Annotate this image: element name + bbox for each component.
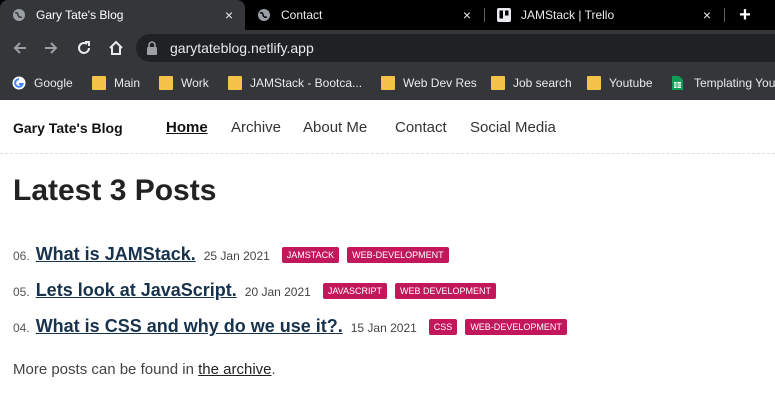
post-tag[interactable]: CSS <box>428 319 458 335</box>
nav-about-me[interactable]: About Me <box>303 119 367 136</box>
close-tab-icon[interactable]: × <box>699 7 715 23</box>
post-tag[interactable]: WEB DEVELOPMENT <box>395 283 497 299</box>
browser-tab-2[interactable]: JAMStack | Trello × <box>485 0 723 30</box>
post-date: 25 Jan 2021 <box>203 249 270 263</box>
tab-title: JAMStack | Trello <box>521 8 615 22</box>
browser-tab-0[interactable]: Gary Tate's Blog × <box>0 0 245 30</box>
post-title-link[interactable]: What is JAMStack. <box>36 244 196 265</box>
bookmark-work[interactable]: Work <box>159 73 209 93</box>
trello-icon <box>497 8 511 22</box>
post-title-link[interactable]: What is CSS and why do we use it?. <box>36 316 343 337</box>
lock-icon <box>146 41 158 60</box>
url-text: garytateblog.netlify.app <box>170 40 314 56</box>
bookmark-label: Youtube <box>609 76 653 90</box>
browser-tabstrip: Gary Tate's Blog × Contact × JAMStack | … <box>0 0 775 30</box>
back-icon[interactable] <box>8 36 32 60</box>
more-posts-text: More posts can be found in the archive. <box>13 361 276 378</box>
close-tab-icon[interactable]: × <box>459 7 475 23</box>
bookmark-label: JAMStack - Bootca... <box>250 76 363 90</box>
bookmark-label: Templating You <box>694 76 775 90</box>
folder-icon <box>159 76 173 90</box>
bookmark-label: Google <box>34 76 73 90</box>
home-icon[interactable] <box>104 36 128 60</box>
more-posts-suffix: . <box>271 361 276 378</box>
post-number: 05. <box>13 285 30 299</box>
browser-toolbar: garytateblog.netlify.app <box>0 30 775 66</box>
bookmark-label: Job search <box>513 76 572 90</box>
post-tag[interactable]: WEB-DEVELOPMENT <box>465 319 567 335</box>
folder-icon <box>381 76 395 90</box>
site-brand[interactable]: Gary Tate's Blog <box>13 120 123 136</box>
bookmark-label: Main <box>114 76 141 90</box>
post-item: 05. Lets look at JavaScript. 20 Jan 2021… <box>13 280 504 301</box>
web-page: Gary Tate's Blog Home Archive About Me C… <box>0 100 775 401</box>
bookmarks-bar: Google Main Work JAMStack - Bootca... We… <box>0 66 775 100</box>
post-tag[interactable]: WEB-DEVELOPMENT <box>347 247 449 263</box>
nav-contact[interactable]: Contact <box>395 119 447 136</box>
post-title-link[interactable]: Lets look at JavaScript. <box>36 280 237 301</box>
post-number: 06. <box>13 249 30 263</box>
forward-icon[interactable] <box>39 36 63 60</box>
new-tab-button[interactable]: + <box>734 4 756 26</box>
bookmark-job-search[interactable]: Job search <box>491 73 572 93</box>
post-date: 15 Jan 2021 <box>350 321 417 335</box>
bookmark-label: Work <box>181 76 209 90</box>
site-header: Gary Tate's Blog Home Archive About Me C… <box>0 100 775 154</box>
address-bar[interactable]: garytateblog.netlify.app <box>136 34 775 62</box>
tab-divider <box>724 8 725 22</box>
tab-title: Gary Tate's Blog <box>36 8 124 22</box>
bookmark-jamstack-bootcamp[interactable]: JAMStack - Bootca... <box>228 73 362 93</box>
close-tab-icon[interactable]: × <box>221 7 237 23</box>
bookmark-youtube[interactable]: Youtube <box>587 73 653 93</box>
folder-icon <box>491 76 505 90</box>
folder-icon <box>587 76 601 90</box>
folder-icon <box>228 76 242 90</box>
page-title: Latest 3 Posts <box>13 174 217 207</box>
nav-archive[interactable]: Archive <box>231 119 281 136</box>
archive-link[interactable]: the archive <box>198 361 271 378</box>
bookmark-google[interactable]: Google <box>12 73 73 93</box>
reload-icon[interactable] <box>72 36 96 60</box>
folder-icon <box>92 76 106 90</box>
nav-social-media[interactable]: Social Media <box>470 119 556 136</box>
post-item: 04. What is CSS and why do we use it?. 1… <box>13 316 575 337</box>
bookmark-main[interactable]: Main <box>92 73 140 93</box>
more-posts-prefix: More posts can be found in <box>13 361 199 378</box>
bookmark-label: Web Dev Res <box>403 76 477 90</box>
nav-home[interactable]: Home <box>166 119 208 136</box>
bookmark-web-dev-res[interactable]: Web Dev Res <box>381 73 477 93</box>
post-tag[interactable]: JAMSTACK <box>281 247 340 263</box>
tab-title: Contact <box>281 8 323 22</box>
post-item: 06. What is JAMStack. 25 Jan 2021 JAMSTA… <box>13 244 457 265</box>
post-number: 04. <box>13 321 30 335</box>
sheets-icon <box>672 76 686 90</box>
post-date: 20 Jan 2021 <box>244 285 311 299</box>
bookmark-templating[interactable]: Templating You <box>672 73 775 93</box>
post-tag[interactable]: JAVASCRIPT <box>322 283 388 299</box>
globe-icon <box>257 8 271 22</box>
browser-tab-1[interactable]: Contact × <box>245 0 483 30</box>
google-icon <box>12 76 26 90</box>
globe-icon <box>12 8 26 22</box>
